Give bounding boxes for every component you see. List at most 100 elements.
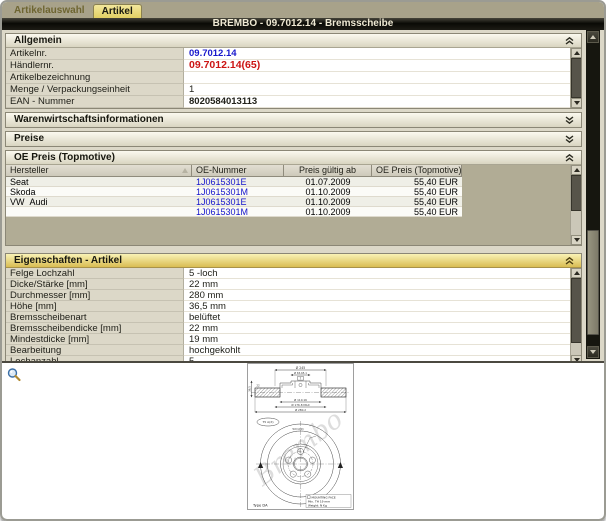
weight-label: Weight: N Kg <box>308 504 327 508</box>
property-row: Bearbeitung hochgekohlt <box>6 345 570 356</box>
article-detail-window: Artikelauswahl Artikel BREMBO - 09.7012.… <box>0 0 606 521</box>
scrollbar-thumb[interactable] <box>571 175 581 211</box>
scroll-down-button[interactable] <box>571 235 581 245</box>
property-value: 5 -loch <box>184 268 570 279</box>
property-row: Bremsscheibenart belüftet <box>6 312 570 323</box>
scroll-up-button[interactable] <box>571 268 581 278</box>
dim-outer-top: Ø 245 <box>296 365 306 370</box>
mounting-face-note: MOUNTING FACE Min. TH 19 mm Weight: N Kg <box>306 495 351 508</box>
arrow-down-icon <box>574 238 580 242</box>
price-date-cell: 01.10.2009 <box>284 187 372 197</box>
property-row: Durchmesser [mm] 280 mm <box>6 290 570 301</box>
property-label: Bearbeitung <box>6 345 184 356</box>
tab-artikel[interactable]: Artikel <box>93 4 142 18</box>
zoom-icon[interactable] <box>6 367 22 383</box>
panel-allgemein-title: Allgemein <box>14 35 62 46</box>
eigenschaften-body: Felge Lochzahl 5 -loch Dicke/Stärke [mm]… <box>6 268 581 363</box>
property-label: Bremsscheibendicke [mm] <box>6 323 184 334</box>
panel-eigenschaften-title: Eigenschaften - Artikel <box>14 255 122 266</box>
panel-oe-preis: OE Preis (Topmotive) Hersteller OE-Numme… <box>5 150 582 246</box>
bolt-circle-label: 5X(100) <box>292 427 303 431</box>
expand-icon[interactable] <box>565 116 574 124</box>
dim-thickness: 22 <box>256 384 260 388</box>
price-date-cell: 01.07.2009 <box>284 177 372 187</box>
panel-eigenschaften: Eigenschaften - Artikel Felge Lochzahl 5… <box>5 253 582 363</box>
column-header-preis-gueltig-ab[interactable]: Preis gültig ab <box>284 165 372 177</box>
price-cell: 55,40 EUR <box>372 187 462 197</box>
property-label: Durchmesser [mm] <box>6 290 184 301</box>
property-value: 5 <box>184 356 570 363</box>
dim-height: 36,5 <box>248 386 252 392</box>
expand-icon[interactable] <box>565 135 574 143</box>
column-header-hersteller[interactable]: Hersteller <box>6 165 192 177</box>
arrow-down-icon <box>574 358 580 362</box>
article-title-bar: BREMBO - 09.7012.14 - Bremsscheibe <box>2 18 604 30</box>
scroll-up-button[interactable] <box>587 31 599 43</box>
property-row: Felge Lochzahl 5 -loch <box>6 268 570 279</box>
tab-bar: Artikelauswahl Artikel <box>2 2 604 18</box>
hersteller-cell: VW_Audi <box>6 197 192 207</box>
oe-number-link[interactable]: 1J0615301E <box>192 177 284 187</box>
scrollbar-thumb[interactable] <box>571 58 581 98</box>
arrow-up-icon <box>590 35 596 39</box>
oe-preis-body: Hersteller OE-Nummer Preis gültig ab OE … <box>6 165 581 245</box>
collapse-icon[interactable] <box>565 154 574 162</box>
property-row: Dicke/Stärke [mm] 22 mm <box>6 279 570 290</box>
collapse-icon[interactable] <box>565 37 574 45</box>
field-label: Artikelnr. <box>6 48 184 60</box>
brake-disc-technical-drawing: Brembo <box>247 363 354 510</box>
panel-warenwirtschaft-title: Warenwirtschaftsinformationen <box>14 114 164 125</box>
field-row-menge: Menge / Verpackungseinheit 1 <box>6 84 570 96</box>
tab-artikelauswahl[interactable]: Artikelauswahl <box>6 4 93 18</box>
property-value: belüftet <box>184 312 570 323</box>
column-header-oe-nummer[interactable]: OE-Nummer <box>192 165 284 177</box>
price-cell: 55,40 EUR <box>372 177 462 187</box>
artikelbezeichnung-value <box>184 72 570 84</box>
oe-number-link[interactable]: 1J0615301M <box>192 207 284 217</box>
property-value: 22 mm <box>184 279 570 290</box>
haendlernr-value: 09.7012.14(65) <box>184 60 570 72</box>
panel-allgemein-header[interactable]: Allgemein <box>6 34 581 48</box>
dim-outer: Ø 280.2 <box>295 407 306 412</box>
field-row-ean: EAN - Nummer 8020584013113 <box>6 96 570 108</box>
scroll-up-button[interactable] <box>571 48 581 58</box>
panel-preise-title: Preise <box>14 133 44 144</box>
oe-price-table: Hersteller OE-Nummer Preis gültig ab OE … <box>6 165 462 217</box>
panel-eigenschaften-header[interactable]: Eigenschaften - Artikel <box>6 254 581 268</box>
scroll-down-button[interactable] <box>571 355 581 363</box>
column-header-oe-preis[interactable]: OE Preis (Topmotive) <box>372 165 462 177</box>
panel-oe-preis-header[interactable]: OE Preis (Topmotive) <box>6 151 581 165</box>
scroll-down-button[interactable] <box>587 346 599 358</box>
hersteller-cell <box>6 207 192 217</box>
dim-bore: Ø 65-65.1 <box>294 370 307 375</box>
property-row: Mindestdicke [mm] 19 mm <box>6 334 570 345</box>
price-date-cell: 01.10.2009 <box>284 207 372 217</box>
collapse-icon[interactable] <box>565 257 574 265</box>
oe-number-link[interactable]: 1J0615301M <box>192 187 284 197</box>
panel-preise-header[interactable]: Preise <box>6 132 581 146</box>
artikelnr-value[interactable]: 09.7012.14 <box>184 48 570 60</box>
oe-number-link[interactable]: 1J0615301E <box>192 197 284 207</box>
stamp-label: 75 A(X) <box>262 420 273 424</box>
panel-warenwirtschaft-header[interactable]: Warenwirtschaftsinformationen <box>6 113 581 127</box>
panel-preise: Preise <box>5 131 582 147</box>
property-label: Bremsscheibenart <box>6 312 184 323</box>
panel-warenwirtschaft: Warenwirtschaftsinformationen <box>5 112 582 128</box>
property-row: Bremsscheibendicke [mm] 22 mm <box>6 323 570 334</box>
dim-tolerance: 7 <box>300 376 302 380</box>
article-title: BREMBO - 09.7012.14 - Bremsscheibe <box>213 18 394 29</box>
brembo-watermark: Brembo <box>248 405 349 493</box>
scrollbar-thumb[interactable] <box>587 230 599 335</box>
scrollbar-thumb[interactable] <box>571 278 581 343</box>
dim-max: Ø 176.8 MAX <box>291 402 309 407</box>
oe-preis-scrollbar <box>570 165 581 245</box>
menge-value: 1 <box>184 84 570 96</box>
field-row-artikelnr: Artikelnr. 09.7012.14 <box>6 48 570 60</box>
property-label: Dicke/Stärke [mm] <box>6 279 184 290</box>
scroll-up-button[interactable] <box>571 165 581 175</box>
property-row: Höhe [mm] 36,5 mm <box>6 301 570 312</box>
scroll-down-button[interactable] <box>571 98 581 108</box>
hersteller-cell: Seat <box>6 177 192 187</box>
price-date-cell: 01.10.2009 <box>284 197 372 207</box>
oe-table-header-row: Hersteller OE-Nummer Preis gültig ab OE … <box>6 165 462 177</box>
